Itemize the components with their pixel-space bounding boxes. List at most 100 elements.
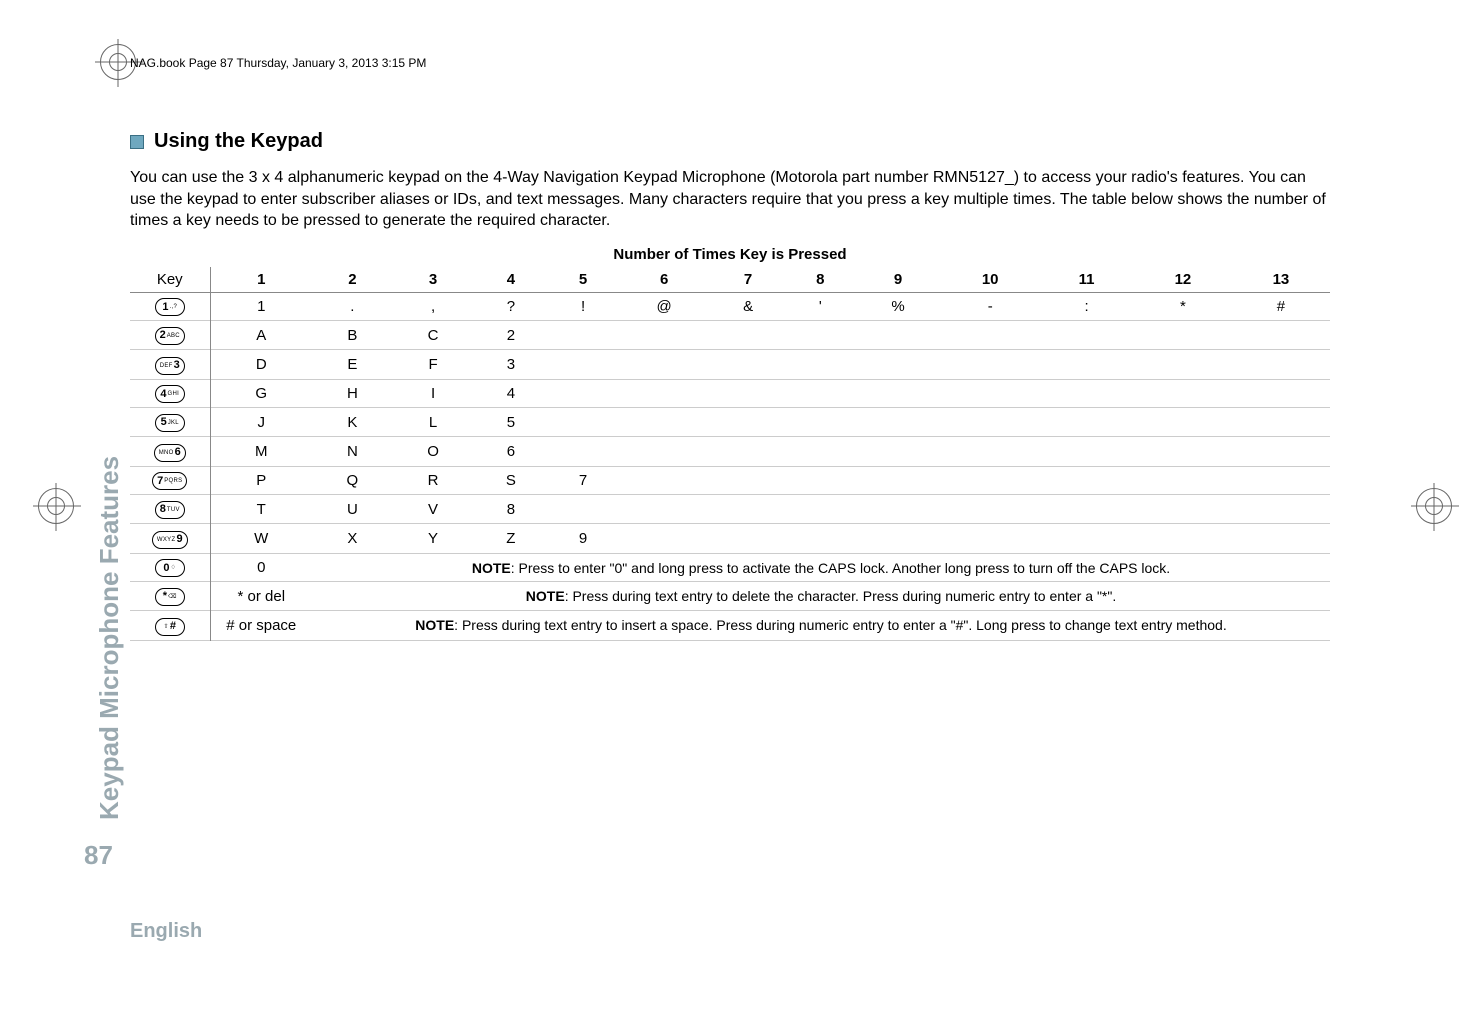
table-row: 0 ♢ 0 NOTE: Press to enter "0" and long …: [130, 553, 1330, 582]
col-5: 5: [548, 267, 617, 293]
cell: Q: [312, 466, 393, 495]
crop-target-right: [1416, 488, 1452, 524]
key-6-icon: MNO 6: [154, 444, 186, 462]
key-9-big: 9: [176, 534, 182, 545]
cell: H: [312, 379, 393, 408]
cell: E: [312, 349, 393, 379]
section-title: Using the Keypad: [154, 130, 323, 153]
col-8: 8: [786, 267, 855, 293]
cell: 9: [548, 523, 617, 553]
table-row: 1 .,? 1 . , ? ! @ & ' % - : * #: [130, 292, 1330, 321]
key-7-big: 7: [157, 476, 163, 487]
cell: M: [210, 436, 312, 466]
col-1: 1: [210, 267, 312, 293]
cell: I: [393, 379, 474, 408]
cell: ,: [393, 292, 474, 321]
key-cell: 8 TUV: [130, 495, 210, 524]
key-3-icon: DEF 3: [155, 357, 185, 375]
key-star-icon: * ⌫: [155, 588, 185, 606]
key-8-big: 8: [160, 504, 166, 515]
crop-target-left: [38, 488, 74, 524]
cell: A: [210, 321, 312, 350]
key-cell: 2 ABC: [130, 321, 210, 350]
key-7-icon: 7 PQRS: [152, 472, 187, 490]
table-row: * ⌫ * or del NOTE: Press during text ent…: [130, 582, 1330, 611]
cell: N: [312, 436, 393, 466]
col-7: 7: [711, 267, 786, 293]
key-cell: ⇧ #: [130, 610, 210, 640]
note-text: : Press during text entry to delete the …: [565, 588, 1117, 604]
keypad-table: Key 1 2 3 4 5 6 7 8 9 10 11 12 13: [130, 267, 1330, 641]
col-3: 3: [393, 267, 474, 293]
cell: :: [1039, 292, 1134, 321]
key-8-icon: 8 TUV: [155, 501, 185, 519]
key-2-big: 2: [160, 330, 166, 341]
cell: C: [393, 321, 474, 350]
cell: 3: [473, 349, 548, 379]
cell: &: [711, 292, 786, 321]
note-label: NOTE: [415, 617, 454, 633]
cell: J: [210, 408, 312, 437]
table-row: 5 JKL J K L 5: [130, 408, 1330, 437]
cell: D: [210, 349, 312, 379]
key-5-big: 5: [161, 417, 167, 428]
cell: !: [548, 292, 617, 321]
key-0-big: 0: [163, 563, 169, 574]
side-tab-label: Keypad Microphone Features: [94, 456, 125, 820]
table-row: 8 TUV T U V 8: [130, 495, 1330, 524]
key-cell: 7 PQRS: [130, 466, 210, 495]
cell: Z: [473, 523, 548, 553]
key-1-big: 1: [162, 302, 168, 313]
cell: 1: [210, 292, 312, 321]
key-7-small: PQRS: [164, 478, 182, 484]
cell: L: [393, 408, 474, 437]
cell: 5: [473, 408, 548, 437]
key-0-icon: 0 ♢: [155, 559, 185, 577]
key-5-small: JKL: [168, 420, 179, 426]
key-9-icon: WXYZ 9: [152, 531, 188, 549]
cell: 0: [210, 553, 312, 582]
key-9-small: WXYZ: [157, 537, 176, 543]
key-star-small: ⌫: [168, 594, 177, 600]
col-9: 9: [855, 267, 941, 293]
note-cell-hash: NOTE: Press during text entry to insert …: [312, 610, 1330, 640]
table-row: ⇧ # # or space NOTE: Press during text e…: [130, 610, 1330, 640]
key-hash-big: #: [170, 621, 176, 632]
cell: P: [210, 466, 312, 495]
main-content: Using the Keypad You can use the 3 x 4 a…: [130, 130, 1330, 641]
cell: Y: [393, 523, 474, 553]
key-cell: MNO 6: [130, 436, 210, 466]
table-row: DEF 3 D E F 3: [130, 349, 1330, 379]
cell: # or space: [210, 610, 312, 640]
cell: 2: [473, 321, 548, 350]
cell: 6: [473, 436, 548, 466]
cell: 7: [548, 466, 617, 495]
cell: V: [393, 495, 474, 524]
key-cell: 1 .,?: [130, 292, 210, 321]
cell: * or del: [210, 582, 312, 611]
cell: -: [941, 292, 1039, 321]
key-3-big: 3: [174, 360, 180, 371]
cell: ': [786, 292, 855, 321]
key-4-icon: 4 GHI: [155, 385, 185, 403]
table-row: MNO 6 M N O 6: [130, 436, 1330, 466]
cell: O: [393, 436, 474, 466]
col-4: 4: [473, 267, 548, 293]
note-text: : Press to enter "0" and long press to a…: [511, 560, 1170, 576]
key-cell: 4 GHI: [130, 379, 210, 408]
key-cell: * ⌫: [130, 582, 210, 611]
side-tab: Keypad Microphone Features: [84, 290, 124, 830]
key-1-small: .,?: [170, 304, 178, 310]
col-11: 11: [1039, 267, 1134, 293]
intro-paragraph: You can use the 3 x 4 alphanumeric keypa…: [130, 167, 1330, 232]
key-star-big: *: [163, 591, 167, 602]
key-6-small: MNO: [159, 450, 174, 456]
table-row: WXYZ 9 W X Y Z 9: [130, 523, 1330, 553]
note-cell-star: NOTE: Press during text entry to delete …: [312, 582, 1330, 611]
cell: W: [210, 523, 312, 553]
section-marker-icon: [130, 135, 144, 149]
cell: *: [1134, 292, 1232, 321]
section-heading-row: Using the Keypad: [130, 130, 1330, 153]
note-cell-0: NOTE: Press to enter "0" and long press …: [312, 553, 1330, 582]
key-1-icon: 1 .,?: [155, 298, 185, 316]
